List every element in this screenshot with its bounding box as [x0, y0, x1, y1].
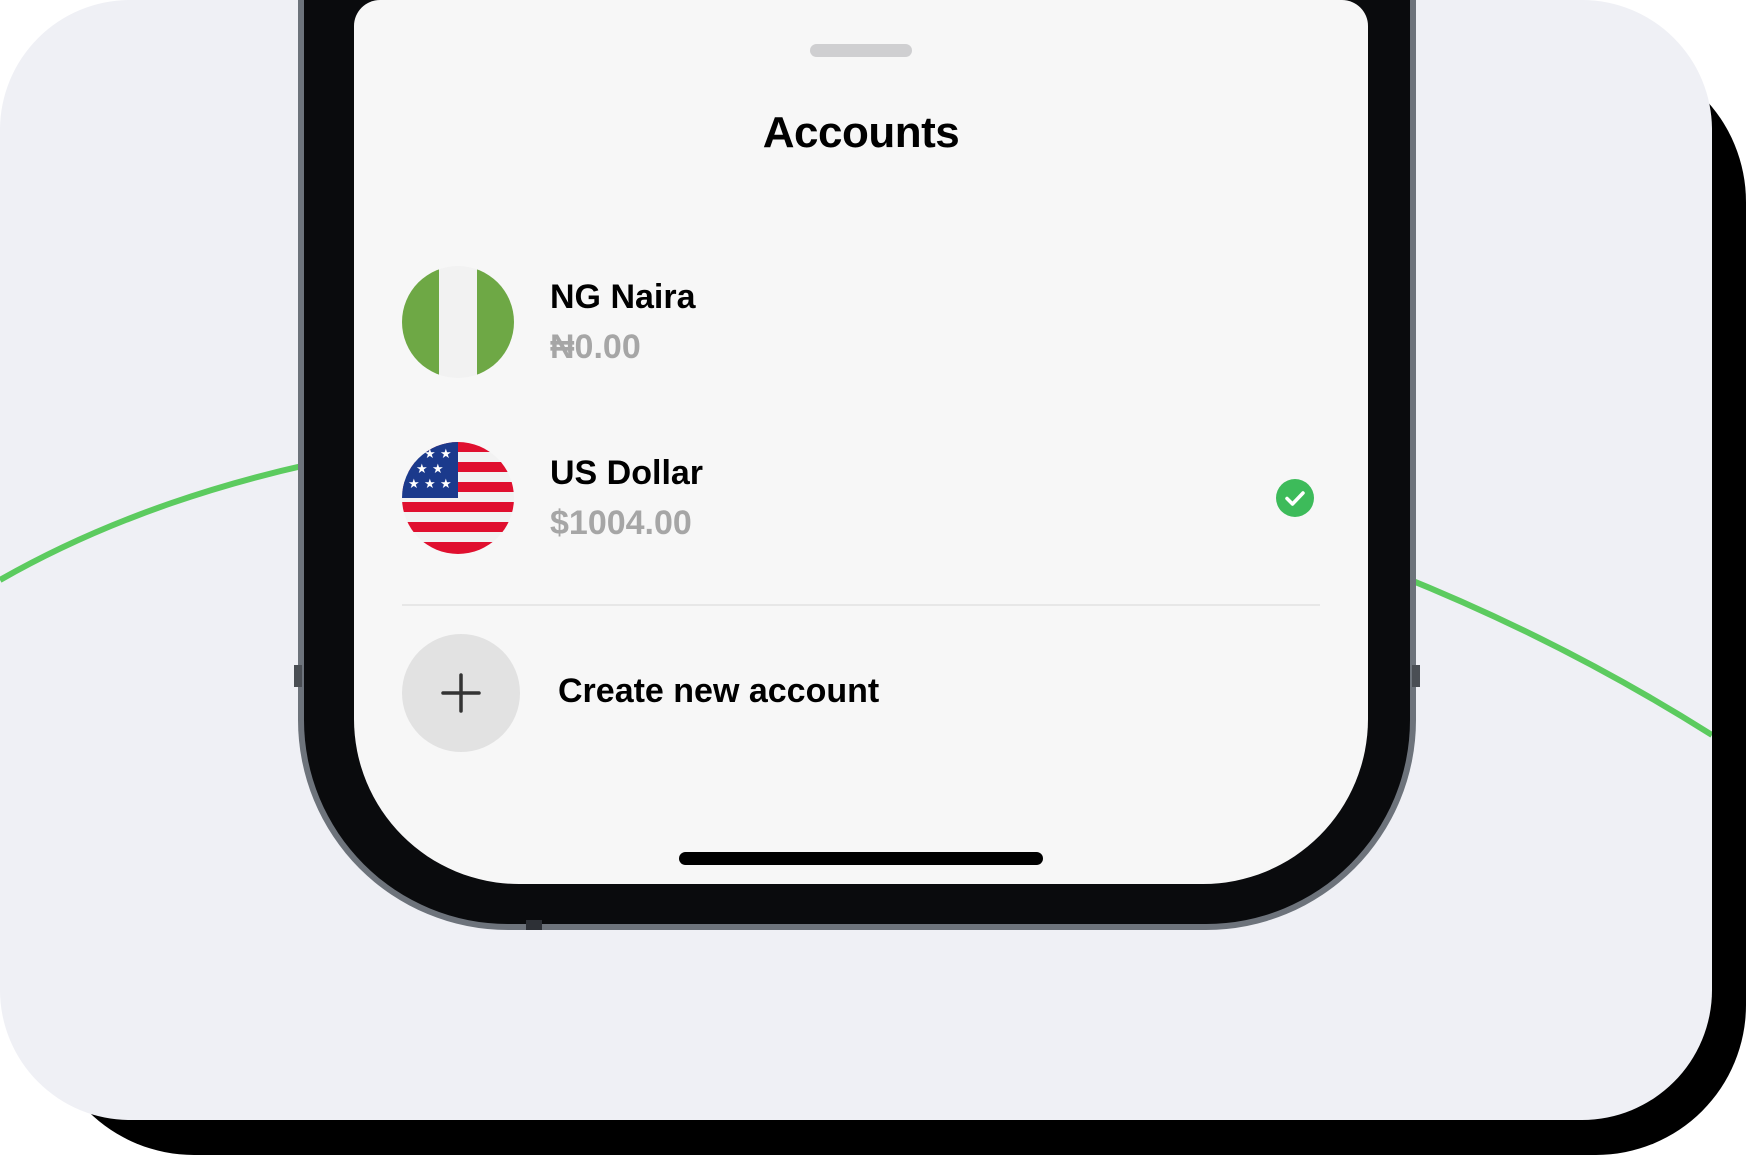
svg-text:★: ★ [408, 447, 420, 462]
phone-side-button [1412, 665, 1420, 687]
account-name: NG Naira [550, 278, 696, 316]
plus-icon [402, 634, 520, 752]
background-card: Accounts NG Naira ₦0.00 ★ ★ ★ ★ ★ ★ ★ ★ … [0, 0, 1712, 1120]
nigeria-flag-icon [402, 266, 514, 378]
sheet-title: Accounts [762, 108, 960, 157]
home-indicator [679, 852, 1043, 865]
bottom-sheet: Accounts NG Naira ₦0.00 ★ ★ ★ ★ ★ ★ ★ ★ … [354, 0, 1368, 884]
svg-text:★: ★ [424, 447, 436, 462]
create-account-button[interactable]: Create new account [402, 634, 1320, 752]
phone-side-button [294, 665, 302, 687]
account-balance: ₦0.00 [550, 328, 641, 366]
us-flag-icon: ★ ★ ★ ★ ★ ★ ★ ★ [402, 442, 514, 554]
account-name: US Dollar [550, 454, 704, 492]
svg-text:★: ★ [432, 462, 444, 477]
phone-frame: Accounts NG Naira ₦0.00 ★ ★ ★ ★ ★ ★ ★ ★ … [294, 0, 1420, 930]
svg-text:★: ★ [440, 477, 452, 492]
svg-text:★: ★ [424, 477, 436, 492]
list-divider [402, 604, 1320, 606]
account-balance: $1004.00 [550, 504, 692, 542]
svg-text:★: ★ [440, 447, 452, 462]
sheet-grabber[interactable] [810, 44, 912, 57]
create-account-label: Create new account [558, 672, 880, 710]
svg-text:★: ★ [408, 477, 420, 492]
selected-check-icon [1276, 479, 1314, 517]
svg-text:★: ★ [416, 462, 428, 477]
account-item-us-dollar[interactable]: ★ ★ ★ ★ ★ ★ ★ ★ US Dollar $1004.00 [402, 442, 1320, 554]
account-item-ng-naira[interactable]: NG Naira ₦0.00 [402, 266, 1320, 378]
phone-port [526, 920, 542, 930]
